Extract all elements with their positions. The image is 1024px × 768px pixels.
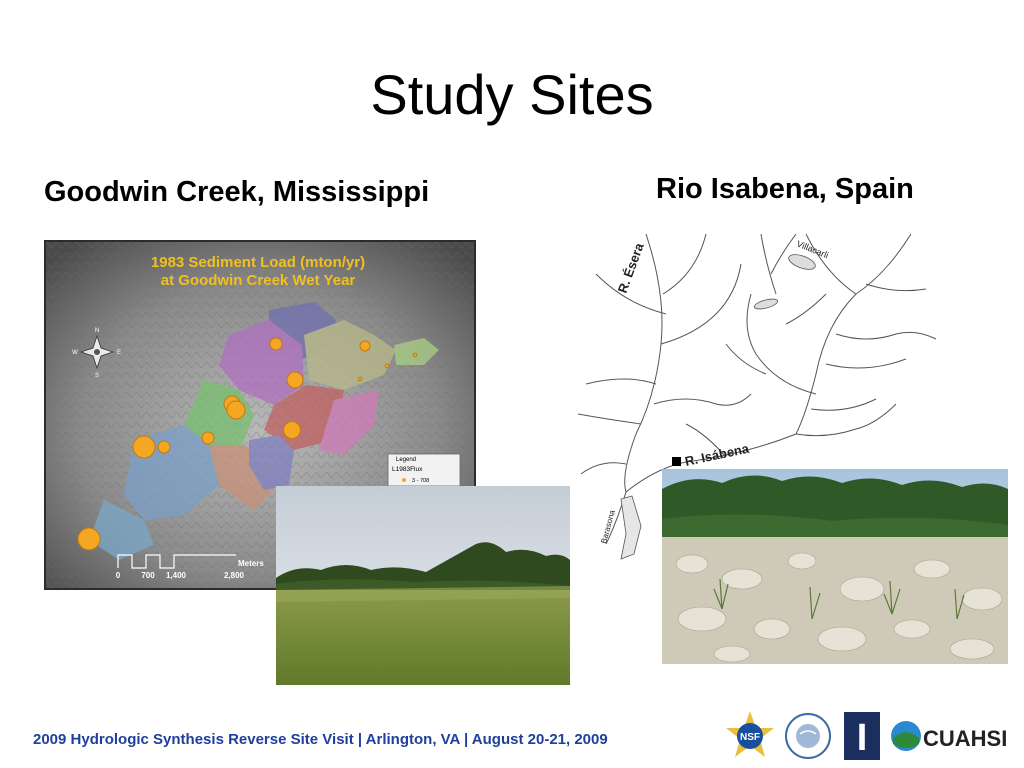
svg-text:1,400: 1,400 [166, 571, 187, 580]
sponsor-logos: NSF I CUAHSI [726, 711, 1007, 760]
svg-text:NSF: NSF [740, 732, 760, 743]
rio-isabena-heading: Rio Isabena, Spain [656, 173, 914, 205]
hydrologic-synthesis-seal [785, 713, 831, 759]
slide-title: Study Sites [370, 63, 654, 126]
svg-text:Meters: Meters [238, 559, 264, 568]
nsf-logo: NSF [726, 711, 774, 757]
goodwin-creek-heading: Goodwin Creek, Mississippi [44, 176, 430, 208]
gauging-station-marker [672, 457, 681, 466]
map-title-line1: 1983 Sediment Load (mton/yr) [151, 254, 365, 271]
map-legend: Legend L1983Flux 3 - 708 [387, 453, 461, 487]
goodwin-creek-field-photo [276, 486, 570, 685]
svg-text:W: W [72, 350, 78, 356]
rio-isabena-riverbed-photo [662, 469, 1008, 664]
svg-text:S: S [95, 373, 99, 379]
svg-text:CUAHSI: CUAHSI [923, 726, 1007, 751]
university-of-illinois-logo: I [844, 712, 880, 760]
svg-text:I: I [857, 717, 868, 759]
svg-text:0: 0 [116, 571, 121, 580]
cuahsi-logo: CUAHSI [891, 721, 1007, 751]
footer-text: 2009 Hydrologic Synthesis Reverse Site V… [33, 731, 608, 748]
svg-text:3 - 708: 3 - 708 [412, 478, 429, 484]
map-title-line2: at Goodwin Creek Wet Year [161, 272, 356, 289]
svg-text:Legend: Legend [396, 457, 416, 463]
svg-text:E: E [117, 350, 121, 356]
svg-text:L1983Flux: L1983Flux [392, 466, 423, 473]
svg-text:N: N [95, 328, 99, 334]
svg-text:700: 700 [141, 571, 155, 580]
svg-text:2,800: 2,800 [224, 571, 245, 580]
